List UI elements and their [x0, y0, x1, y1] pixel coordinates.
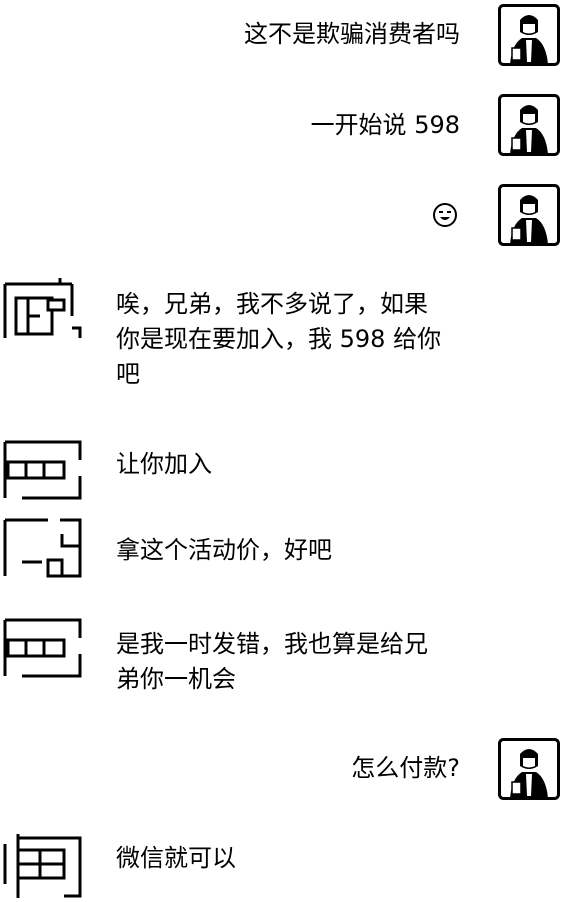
user-avatar-icon[interactable] [498, 4, 560, 66]
message-line: 是我一时发错，我也算是给兄 [116, 630, 428, 658]
message-text: 让你加入 [116, 450, 212, 478]
contact-avatar-icon[interactable] [2, 276, 82, 340]
user-avatar-icon[interactable] [498, 738, 560, 800]
message-line: 吧 [116, 360, 140, 388]
contact-avatar-icon[interactable] [2, 514, 82, 578]
message-text: 一开始说 598 [310, 111, 460, 139]
message-text: 微信就可以 [116, 844, 236, 872]
user-avatar-svg [498, 4, 560, 66]
message-text: 唉，兄弟，我不多说了，如果 你是现在要加入，我 598 给你 吧 [116, 287, 441, 392]
message-row: 怎么付款? [0, 734, 578, 814]
user-avatar-icon[interactable] [498, 94, 560, 156]
user-avatar-icon[interactable] [498, 184, 560, 246]
message-line: 你是现在要加入，我 598 给你 [116, 325, 442, 353]
message-text: 是我一时发错，我也算是给兄 弟你一机会 [116, 627, 428, 697]
message-line: 弟你一机会 [116, 665, 236, 693]
message-row: 一开始说 598 [0, 90, 578, 170]
message-text: 拿这个活动价，好吧 [116, 536, 332, 564]
message-text: 怎么付款? [351, 754, 460, 782]
contact-avatar-icon[interactable] [2, 830, 82, 898]
message-row [0, 180, 578, 260]
message-row: 这不是欺骗消费者吗 [0, 0, 578, 80]
message-text: 这不是欺骗消费者吗 [244, 20, 460, 48]
message-row: 微信就可以 [0, 826, 578, 902]
message-row: 拿这个活动价，好吧 [0, 510, 578, 590]
message-row: 让你加入 [0, 430, 578, 510]
contact-avatar-icon[interactable] [2, 436, 82, 500]
message-line: 唉，兄弟，我不多说了，如果 [116, 290, 428, 318]
contact-avatar-icon[interactable] [2, 614, 82, 678]
smiley-face-icon [432, 202, 458, 228]
message-row: 唉，兄弟，我不多说了，如果 你是现在要加入，我 598 给你 吧 [0, 270, 578, 410]
message-row: 是我一时发错，我也算是给兄 弟你一机会 [0, 610, 578, 720]
